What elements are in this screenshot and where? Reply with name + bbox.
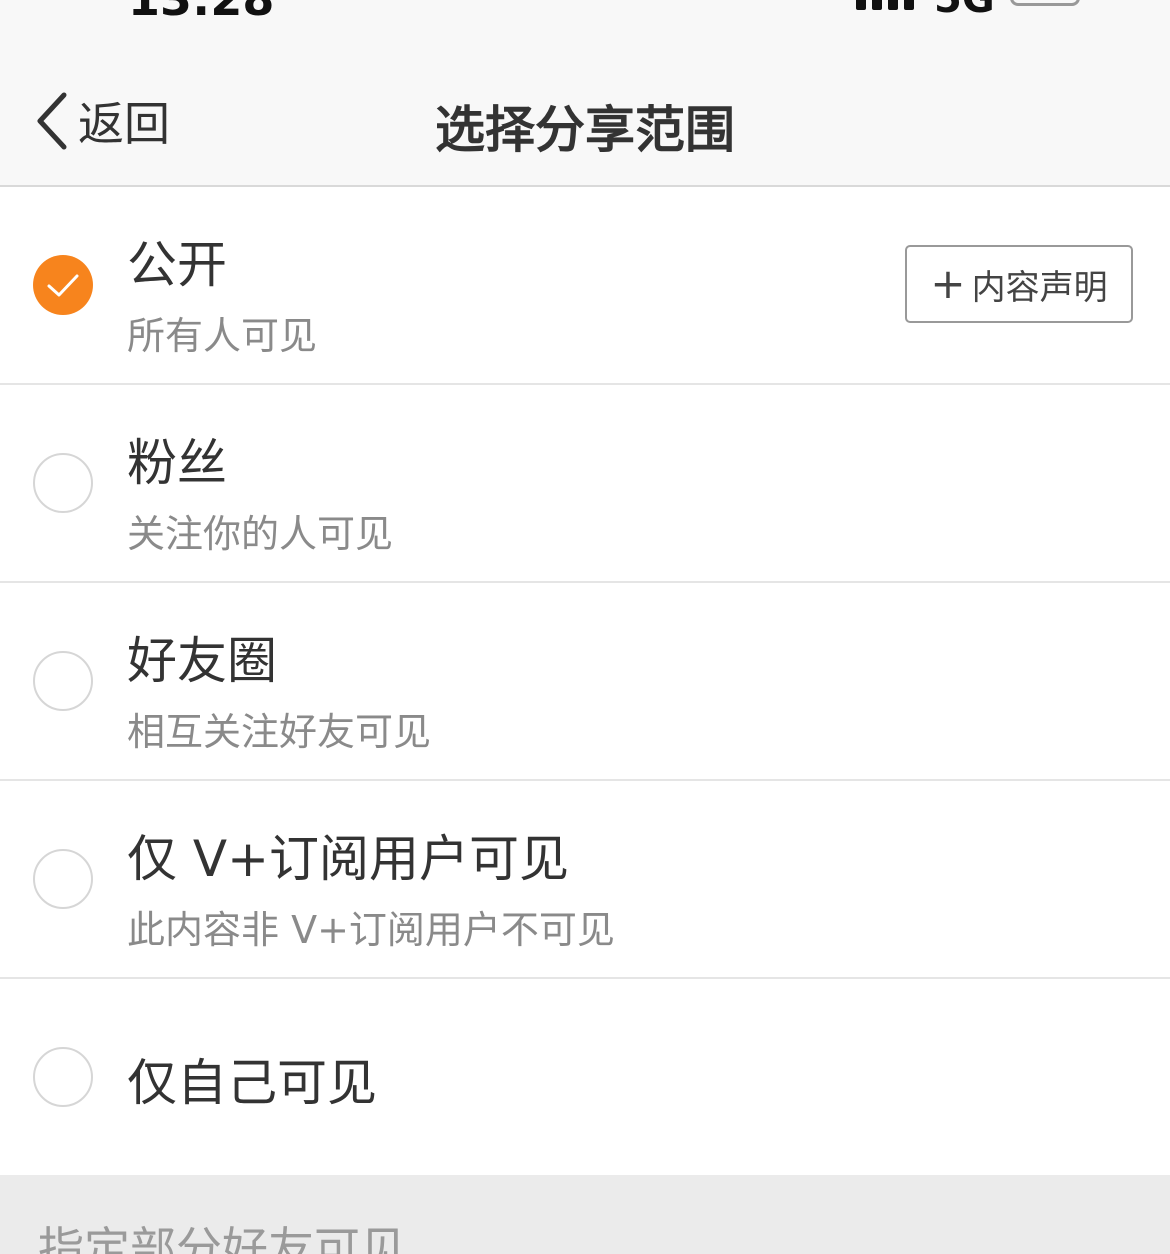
status-time: 13:28 bbox=[128, 0, 274, 26]
network-type: 5G bbox=[934, 0, 995, 22]
battery-icon bbox=[1010, 0, 1080, 6]
content-declaration-button[interactable]: + 内容声明 bbox=[905, 245, 1133, 323]
radio-unchecked-icon[interactable] bbox=[33, 849, 93, 909]
option-vplus-subscribers[interactable]: 仅 V+订阅用户可见 此内容非 V+订阅用户不可见 bbox=[0, 781, 1170, 979]
option-description: 此内容非 V+订阅用户不可见 bbox=[127, 908, 615, 952]
plus-icon: + bbox=[930, 259, 966, 308]
option-only-me[interactable]: 仅自己可见 bbox=[0, 979, 1170, 1175]
option-title: 好友圈 bbox=[127, 632, 277, 690]
content-declaration-label: 内容声明 bbox=[971, 267, 1108, 308]
specific-friends-section[interactable]: 指定部分好友可见 bbox=[0, 1175, 1170, 1254]
radio-unchecked-icon[interactable] bbox=[33, 453, 93, 513]
radio-unchecked-icon[interactable] bbox=[33, 1047, 93, 1107]
option-public[interactable]: 公开 所有人可见 + 内容声明 bbox=[0, 187, 1170, 385]
radio-checked-icon[interactable] bbox=[33, 255, 93, 315]
status-bar: 13:28 5G bbox=[0, 0, 1170, 60]
checkmark-icon bbox=[47, 274, 79, 297]
option-title: 粉丝 bbox=[127, 434, 227, 492]
navigation-bar: 返回 选择分享范围 bbox=[0, 60, 1170, 187]
share-scope-list: 公开 所有人可见 + 内容声明 粉丝 关注你的人可见 好友圈 相互关注好友可见 … bbox=[0, 187, 1170, 1175]
option-title: 仅自己可见 bbox=[127, 1054, 377, 1112]
option-title: 公开 bbox=[127, 236, 227, 294]
page-title: 选择分享范围 bbox=[435, 101, 735, 159]
signal-icon bbox=[856, 0, 916, 12]
option-description: 所有人可见 bbox=[127, 314, 318, 358]
radio-unchecked-icon[interactable] bbox=[33, 651, 93, 711]
option-description: 相互关注好友可见 bbox=[127, 710, 432, 754]
option-title: 仅 V+订阅用户可见 bbox=[127, 830, 569, 888]
option-fans[interactable]: 粉丝 关注你的人可见 bbox=[0, 385, 1170, 583]
option-description: 关注你的人可见 bbox=[127, 512, 394, 556]
specific-friends-label: 指定部分好友可见 bbox=[38, 1222, 406, 1254]
option-friends-circle[interactable]: 好友圈 相互关注好友可见 bbox=[0, 583, 1170, 781]
